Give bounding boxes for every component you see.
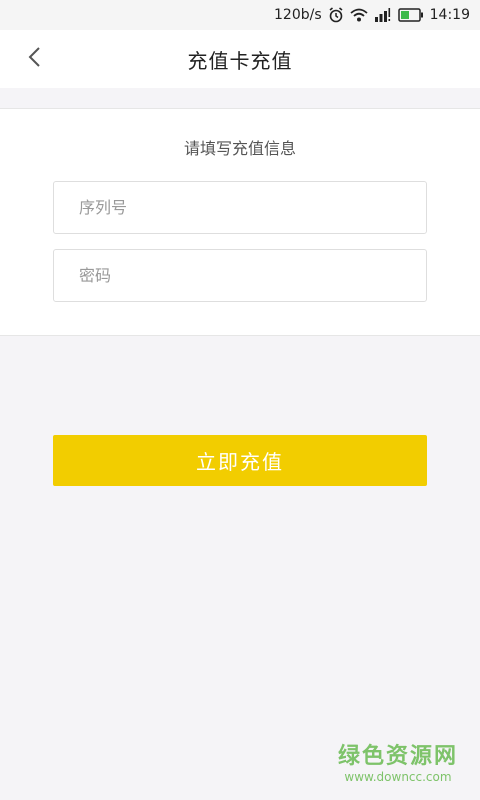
signal-icon xyxy=(374,8,392,22)
battery-icon xyxy=(397,8,424,22)
network-speed: 120b/s xyxy=(274,7,322,23)
navigation-bar: 充值卡充值 xyxy=(0,30,480,88)
page-title: 充值卡充值 xyxy=(187,48,293,73)
password-input[interactable] xyxy=(53,249,427,302)
status-time: 14:19 xyxy=(429,7,470,23)
alarm-icon xyxy=(328,7,344,23)
serial-number-input[interactable] xyxy=(53,181,427,234)
watermark-text: 绿色资源网 xyxy=(337,744,458,769)
watermark-url: www.downcc.com xyxy=(344,770,452,784)
recharge-now-button[interactable]: 立即充值 xyxy=(53,435,427,486)
recharge-form: 请填写充值信息 xyxy=(0,108,480,336)
watermark: 绿色资源网 www.downcc.com xyxy=(338,744,458,784)
back-button[interactable] xyxy=(14,42,54,76)
wifi-icon xyxy=(350,8,368,22)
status-bar: 120b/s 14:19 xyxy=(0,0,480,30)
chevron-left-icon xyxy=(27,46,41,72)
form-heading: 请填写充值信息 xyxy=(183,139,296,158)
